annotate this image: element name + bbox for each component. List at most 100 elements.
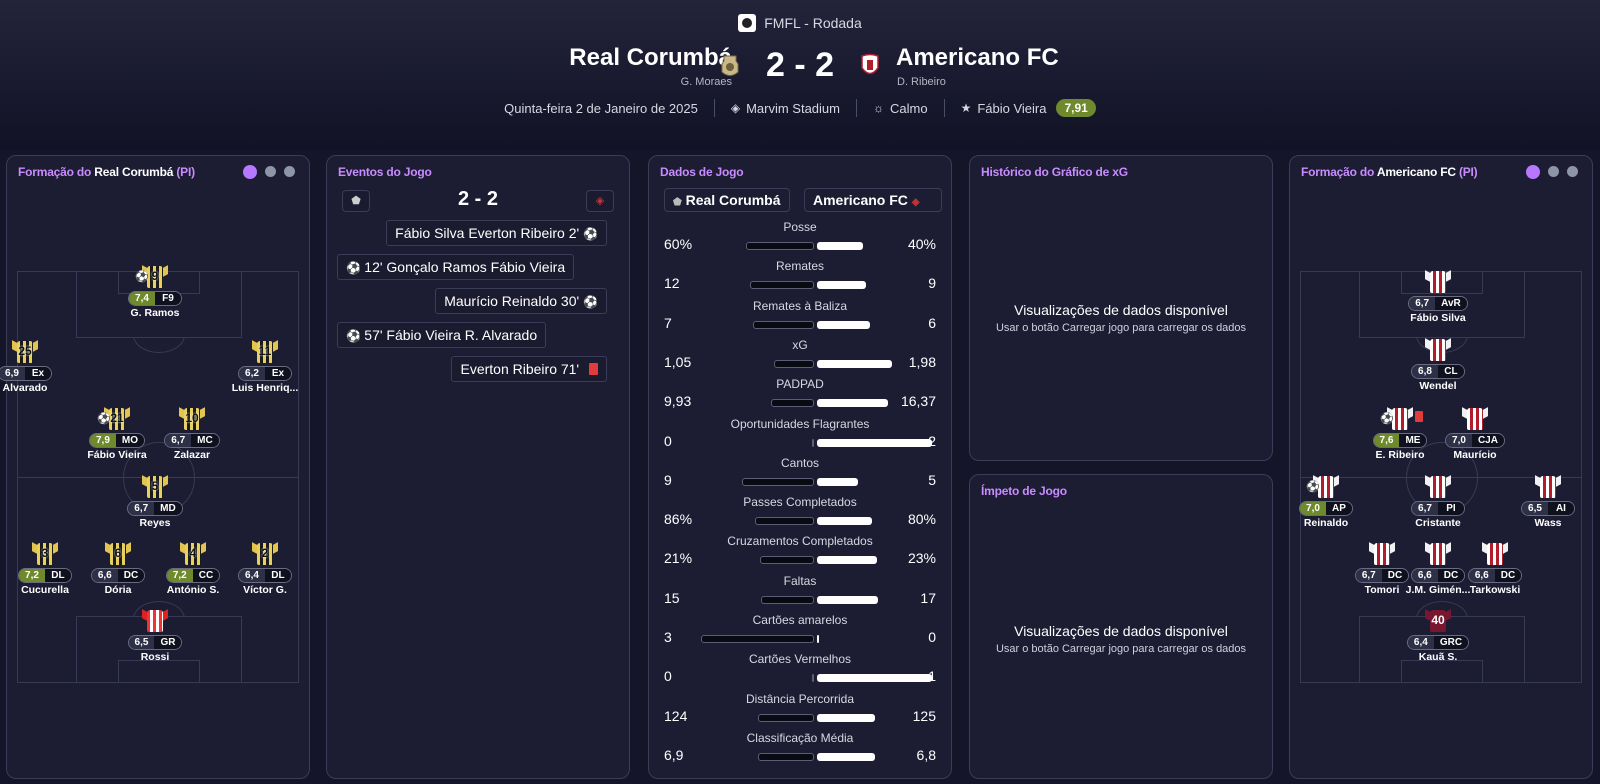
rating-pill: 6,9 Ex [0,366,52,381]
player[interactable]: 6,7 PI Cristante [1393,475,1483,529]
home-team-name[interactable]: Real Corumbá [569,44,732,72]
pager-dot[interactable] [265,166,276,177]
player-position: GR [154,636,182,649]
player[interactable]: ⚽ 7,0 AP Reinaldo [1281,475,1371,529]
player[interactable]: 5 6,7 MD Reyes [110,475,200,529]
player[interactable]: 40 6,4 GRC Kauã S. [1393,609,1483,663]
home-stat-track [701,635,814,643]
goal-ball-icon: ⚽ [1306,481,1320,493]
panel-title: Formação do Americano FC (PI) [1301,165,1478,179]
away-stat-track [817,674,932,683]
pager-dot[interactable] [1526,165,1540,179]
shirt-body [1540,476,1556,498]
player[interactable]: 9 ⚽ 7,4 F9 G. Ramos [110,265,200,319]
home-stat-bar [749,281,814,290]
player[interactable]: 25 6,9 Ex Alvarado [0,340,70,394]
player-rating: 6,4 [1407,636,1434,649]
player-rating: 6,6 [1468,569,1495,582]
rating-pill: 7,0 CJA [1445,433,1505,448]
away-stat-bar [817,438,932,447]
divider [943,99,945,117]
shirt-body [1487,543,1503,565]
player-of-match[interactable]: Fábio Vieira [977,101,1046,116]
player[interactable]: 10 6,7 MC Zalazar [147,407,237,461]
competition-logo-icon [738,14,757,32]
home-stat-track [701,399,814,408]
player-name: Zalazar [173,449,211,461]
match-header: FMFL - Rodada Real Corumbá G. Moraes 2 -… [0,0,1600,150]
event-item[interactable]: Everton Ribeiro 71' [451,356,607,382]
competition[interactable]: FMFL - Rodada [0,14,1600,32]
player-name: G. Ramos [130,307,180,319]
pager-dot[interactable] [243,165,257,179]
pager-dot[interactable] [1567,166,1578,177]
rating-pill: 7,6 ME [1372,433,1428,448]
shirt-icon [1535,475,1561,498]
player[interactable]: 11 6,2 Ex Luis Henriq... [220,340,310,394]
home-stat-value: 3 [664,629,672,645]
weather: Calmo [890,100,928,116]
player-rating: 7,0 [1446,434,1472,447]
home-stat-bar [746,242,814,250]
event-item[interactable]: Fábio Silva Everton Ribeiro 2' ⚽ [386,220,607,246]
player[interactable]: 7,0 CJA Maurício [1430,407,1520,461]
home-stat-value: 15 [664,589,680,606]
shirt-body [1467,408,1483,430]
home-stat-bar [752,320,814,329]
pager-dots[interactable] [243,165,295,179]
away-stat-track [817,713,932,722]
home-stat-value: 6,9 [664,746,684,763]
player[interactable]: 6,5 GR Rossi [110,609,200,663]
stat-label: Cartões amarelos [752,613,848,627]
stadium[interactable]: Marvim Stadium [746,101,840,116]
away-stats-tab[interactable]: Americano FC ◈ [804,188,942,212]
home-crest-icon [721,55,739,76]
shirt-body [1392,408,1408,430]
player-name: Tarkowski [1469,584,1521,596]
home-stat-value: 9 [664,471,672,488]
event-item[interactable]: ⚽ 57' Fábio Vieira R. Alvarado [337,322,547,348]
rating-pill: 6,7 MD [127,501,183,516]
stat-label: Posse [783,220,817,234]
shirt-body [1374,543,1390,565]
shirt-icon [1462,407,1488,430]
pager-dot[interactable] [1548,166,1559,177]
player[interactable]: 6,8 CL Wendel [1393,338,1483,392]
pager-dots[interactable] [1526,165,1578,179]
stat-row: xG 1,05 1,98 [649,338,951,376]
stat-row: Cruzamentos Completados 21% 23% [649,534,951,572]
away-stat-bar [817,713,875,722]
stat-row: Cartões amarelos 3 0 [649,613,951,651]
goal-ball-icon: ⚽ [346,329,365,343]
placeholder-hint: Usar o botão Carregar jogo para carregar… [995,643,1247,655]
stat-label: Remates à Baliza [752,298,848,313]
player[interactable]: 6,6 DC Tarkowski [1450,542,1540,596]
player[interactable]: 6,7 AvR Fábio Silva [1393,270,1483,324]
player[interactable]: 2 6,4 DL Víctor G. [220,542,310,596]
away-team-name[interactable]: Americano FC [896,44,1059,72]
event-item[interactable]: Maurício Reinaldo 30' ⚽ [435,288,607,314]
rating-pill: 7,2 DL [18,568,72,583]
shirt-number: 3 [41,546,49,560]
shirt-icon: 21 ⚽ [97,407,130,430]
away-stat-track [817,320,932,329]
player[interactable]: 6,5 AI Wass [1503,475,1593,529]
event-item[interactable]: ⚽ 12' Gonçalo Ramos Fábio Vieira [337,254,575,280]
home-stats-tab[interactable]: ⬟ Real Corumbá [664,188,790,212]
panel-title: Ímpeto de Jogo [981,484,1067,498]
player-position: F9 [154,292,181,305]
stats-panel: Dados de Jogo ⬟ Real Corumbá Americano F… [648,155,952,779]
home-stat-bar [760,595,814,604]
player-name: Rossi [140,651,170,663]
stat-row: Distância Percorrida 124 125 [649,692,951,730]
away-manager[interactable]: D. Ribeiro [897,76,946,88]
shirt-number: 40 [1431,613,1445,627]
shirt-number: 6 [114,546,122,560]
player-rating: 7,2 [19,569,45,582]
player-rating: 6,7 [128,502,155,515]
match-info: Quinta-feira 2 de Janeiro de 2025 ◈ Marvi… [0,99,1600,117]
pager-dot[interactable] [284,166,295,177]
player-rating: 6,2 [239,367,265,380]
divider [713,99,715,117]
home-stat-bar [774,359,814,368]
